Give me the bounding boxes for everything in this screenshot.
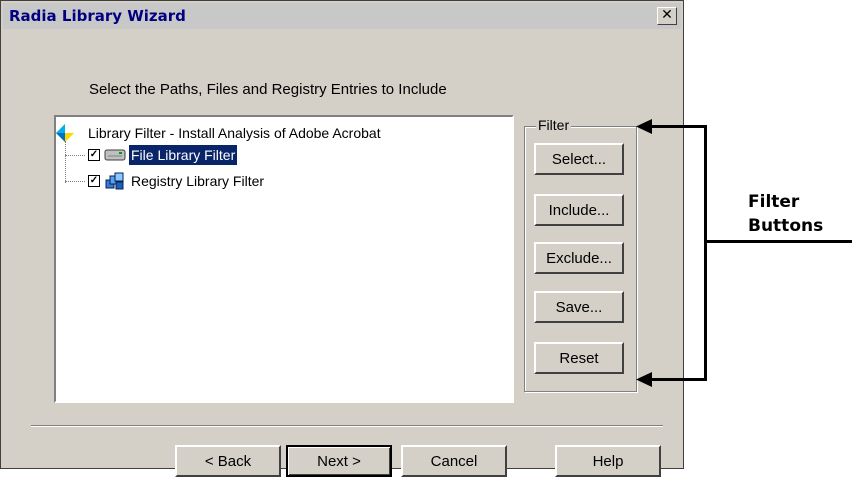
tree-connector xyxy=(65,155,85,156)
window-title: Radia Library Wizard xyxy=(9,7,186,25)
arrow-left-icon xyxy=(636,119,652,134)
wizard-dialog: Radia Library Wizard ✕ Select the Paths,… xyxy=(0,0,684,477)
registry-library-filter-label: Registry Library Filter xyxy=(131,173,265,189)
close-button[interactable]: ✕ xyxy=(657,7,677,25)
annotation-line-1: Filter xyxy=(748,192,800,212)
exclude-button[interactable]: Exclude... xyxy=(534,242,624,274)
back-button[interactable]: < Back xyxy=(175,445,281,477)
file-library-filter-label: File Library Filter xyxy=(127,144,239,166)
next-button[interactable]: Next > xyxy=(286,445,392,477)
annotation-bracket-stem xyxy=(704,240,852,243)
cancel-button[interactable]: Cancel xyxy=(401,445,507,477)
save-button[interactable]: Save... xyxy=(534,291,624,323)
reset-button[interactable]: Reset xyxy=(534,342,624,374)
tree-root-label: Library Filter - Install Analysis of Ado… xyxy=(88,125,381,141)
select-button[interactable]: Select... xyxy=(534,143,624,175)
instruction-text: Select the Paths, Files and Registry Ent… xyxy=(89,81,447,98)
title-bar[interactable]: Radia Library Wizard ✕ xyxy=(3,3,681,29)
file-filter-checkbox[interactable]: ✓ xyxy=(88,149,100,161)
drive-icon xyxy=(104,149,126,161)
include-button[interactable]: Include... xyxy=(534,194,624,226)
help-button[interactable]: Help xyxy=(555,445,661,477)
annotation-bracket-vertical xyxy=(704,125,707,381)
registry-filter-checkbox[interactable]: ✓ xyxy=(88,175,100,187)
arrow-left-icon xyxy=(636,372,652,387)
tree-connector xyxy=(65,181,85,182)
separator xyxy=(31,425,663,427)
library-tree-view[interactable]: Library Filter - Install Analysis of Ado… xyxy=(54,115,514,403)
annotation-label: Filter Buttons xyxy=(748,190,823,238)
tree-connector xyxy=(65,141,66,183)
filter-group-label: Filter xyxy=(536,117,572,133)
registry-icon xyxy=(105,172,124,190)
annotation-bracket-top xyxy=(650,125,707,128)
annotation-line-2: Buttons xyxy=(748,216,824,236)
annotation-bracket-bottom xyxy=(650,378,707,381)
close-icon: ✕ xyxy=(661,7,673,23)
library-filter-icon xyxy=(56,124,74,142)
